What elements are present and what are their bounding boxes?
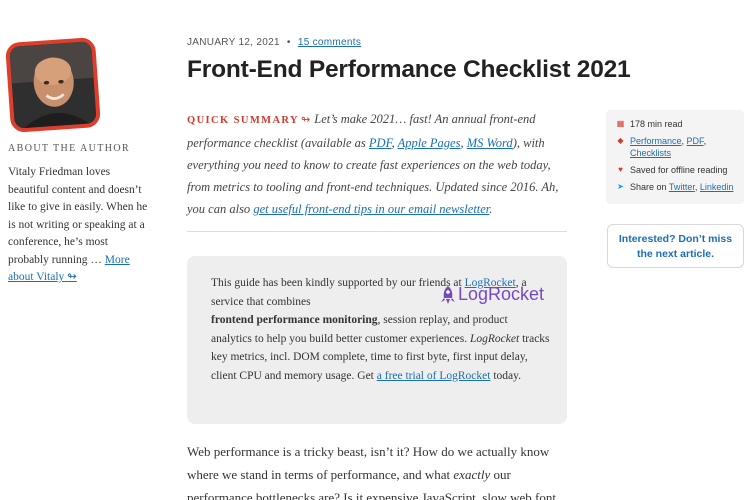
summary-label: Quick Summary — [187, 115, 300, 126]
logrocket-logo-text: LogRocket — [458, 284, 545, 304]
tag-pdf[interactable]: PDF — [687, 136, 704, 146]
offline-text: Saved for offline reading — [630, 165, 728, 175]
tags-row: ◆ Performance, PDF, Checklists — [617, 136, 707, 158]
next-line-1: Interested? Don’t miss — [618, 233, 733, 245]
twitter-icon: ➤ — [617, 182, 624, 191]
about-author-heading: About The Author — [8, 143, 131, 154]
author-photo-icon — [9, 41, 97, 129]
author-bio: Vitaly Friedman loves beautiful content … — [8, 164, 150, 287]
article-meta: January 12, 2021 • 15 comments — [187, 37, 361, 48]
pdf-link[interactable]: PDF — [369, 136, 392, 150]
ms-word-link[interactable]: MS Word — [467, 136, 513, 150]
tag-performance[interactable]: Performance — [630, 136, 682, 146]
page-title: Front-End Performance Checklist 2021 — [187, 56, 631, 83]
next-line-2: the next article. — [636, 248, 715, 260]
avatar[interactable] — [4, 36, 102, 134]
divider — [187, 231, 567, 232]
article-info-panel: ▦ 178 min read ◆ Performance, PDF, Check… — [606, 110, 744, 204]
publish-date: January 12, 2021 — [187, 37, 280, 48]
author-avatar-frame — [4, 36, 102, 134]
apple-pages-link[interactable]: Apple Pages — [398, 136, 461, 150]
quick-summary: Quick Summary ↬ Let’s make 2021… fast! An … — [187, 112, 559, 216]
newsletter-link[interactable]: get useful front-end tips in our email n… — [253, 202, 489, 216]
read-time: 178 min read — [630, 119, 683, 129]
clock-icon: ▦ — [616, 119, 625, 128]
rocket-icon — [441, 285, 455, 304]
article-body: Web performance is a tricky beast, isn’t… — [187, 444, 556, 500]
tag-checklists[interactable]: Checklists — [630, 148, 671, 158]
meta-separator: • — [286, 37, 291, 48]
logrocket-logo[interactable]: LogRocket — [440, 284, 544, 305]
summary-arrow-icon: ↬ — [301, 114, 311, 126]
comments-link[interactable]: 15 comments — [298, 37, 361, 48]
next-article-box[interactable]: Interested? Don’t miss the next article. — [607, 224, 744, 268]
offline-row: ♥ Saved for offline reading — [616, 164, 734, 176]
logrocket-trial-link[interactable]: a free trial of LogRocket — [377, 370, 491, 382]
author-bio-text: Vitaly Friedman loves beautiful content … — [8, 166, 148, 266]
heart-icon: ♥ — [618, 165, 623, 174]
sponsor-bold: frontend performance monitoring — [211, 314, 378, 326]
read-time-row: ▦ 178 min read — [616, 118, 734, 130]
share-linkedin-link[interactable]: Linkedin — [700, 182, 734, 192]
tag-icon: ◆ — [617, 136, 624, 145]
share-row: ➤ Share on Twitter, Linkedin — [617, 182, 734, 192]
share-twitter-link[interactable]: Twitter — [669, 182, 695, 192]
sponsor-box: This guide has been kindly supported by … — [187, 256, 567, 424]
